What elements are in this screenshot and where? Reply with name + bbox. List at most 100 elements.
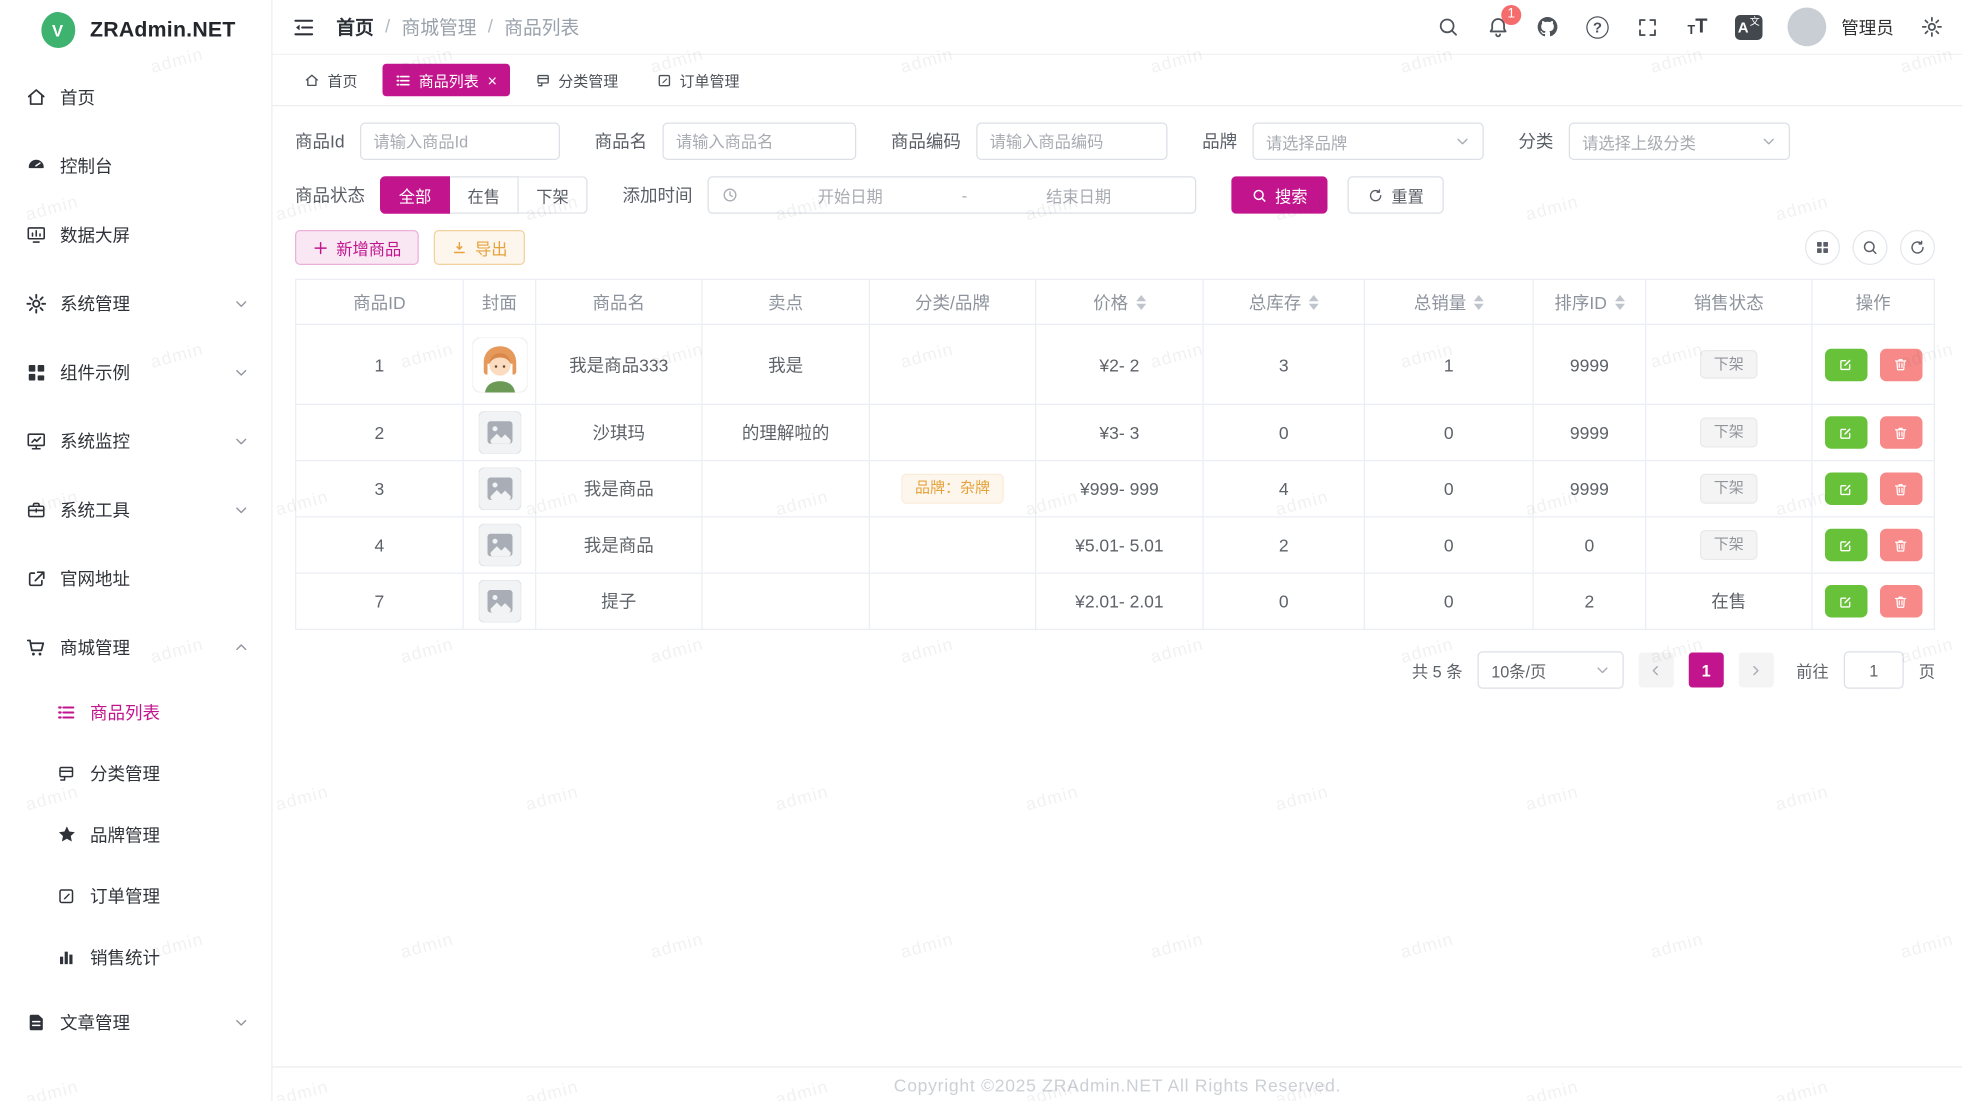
- product-cover-placeholder-image[interactable]: [478, 524, 521, 567]
- sidebar-item-mall[interactable]: 商城管理: [0, 613, 271, 682]
- product-cover-image[interactable]: [472, 337, 527, 392]
- sidebar-item-components[interactable]: 组件示例: [0, 338, 271, 407]
- date-range-picker[interactable]: 开始日期 - 结束日期: [708, 176, 1197, 214]
- delete-button[interactable]: [1879, 585, 1922, 618]
- add-product-button[interactable]: 新增商品: [295, 230, 419, 265]
- reset-button[interactable]: 重置: [1348, 176, 1444, 214]
- sidebar-item-product-list[interactable]: 商品列表: [0, 681, 271, 742]
- sidebar-item-orders[interactable]: 订单管理: [0, 865, 271, 926]
- breadcrumb-item[interactable]: 首页: [336, 14, 374, 40]
- status-option-all[interactable]: 全部: [380, 176, 450, 214]
- goto-page-input[interactable]: [1844, 651, 1904, 689]
- header-stock[interactable]: 总库存: [1203, 279, 1364, 324]
- reset-button-label: 重置: [1391, 183, 1424, 207]
- delete-button[interactable]: [1879, 348, 1922, 381]
- font-size-icon[interactable]: [1685, 14, 1710, 39]
- settings-gear-icon[interactable]: [1919, 14, 1944, 39]
- sidebar-item-system[interactable]: 系统管理: [0, 269, 271, 338]
- user-avatar[interactable]: [1788, 8, 1827, 47]
- delete-button[interactable]: [1879, 529, 1922, 562]
- product-id-input[interactable]: [360, 123, 560, 161]
- tab-orders[interactable]: 订单管理: [643, 64, 752, 97]
- header-sort-id[interactable]: 排序ID: [1533, 279, 1646, 324]
- home-icon: [25, 86, 48, 109]
- delete-button[interactable]: [1879, 473, 1922, 506]
- page-size-select[interactable]: 10条/页: [1477, 651, 1623, 689]
- language-icon[interactable]: A 文: [1735, 14, 1763, 39]
- filter-label: 分类: [1518, 129, 1553, 154]
- header-price[interactable]: 价格: [1036, 279, 1204, 324]
- tab-home[interactable]: 首页: [291, 64, 370, 97]
- search-button[interactable]: 搜索: [1231, 176, 1327, 214]
- edit-button[interactable]: [1824, 585, 1867, 618]
- header-product-id: 商品ID: [296, 279, 464, 324]
- toggle-search-icon[interactable]: [1853, 230, 1888, 265]
- header-product-name: 商品名: [536, 279, 702, 324]
- cell-sale-status: 在售: [1646, 573, 1812, 629]
- sidebar-item-tools[interactable]: 系统工具: [0, 475, 271, 544]
- gear-icon: [25, 292, 48, 315]
- sidebar-item-monitor[interactable]: 系统监控: [0, 406, 271, 475]
- export-button[interactable]: 导出: [434, 230, 525, 265]
- sort-carets-icon[interactable]: [1136, 294, 1146, 309]
- brand-select[interactable]: 请选择品牌: [1252, 123, 1483, 161]
- status-option-offshelf[interactable]: 下架: [519, 176, 588, 214]
- tab-product-list[interactable]: 商品列表 ×: [383, 64, 510, 97]
- edit-button[interactable]: [1824, 348, 1867, 381]
- cell-actions: [1812, 404, 1935, 460]
- refresh-table-icon[interactable]: [1900, 230, 1935, 265]
- sidebar-item-brand[interactable]: 品牌管理: [0, 804, 271, 865]
- app-logo[interactable]: V ZRAdmin.NET: [0, 0, 271, 60]
- github-icon[interactable]: [1535, 14, 1560, 39]
- sidebar-item-sales-stats[interactable]: 销售统计: [0, 926, 271, 987]
- username-label[interactable]: 管理员: [1841, 14, 1894, 39]
- next-page-button[interactable]: [1739, 653, 1774, 688]
- status-option-onsale[interactable]: 在售: [450, 176, 519, 214]
- header-label: 总销量: [1414, 289, 1467, 314]
- header-sales[interactable]: 总销量: [1364, 279, 1533, 324]
- cell-selling-point: [702, 517, 870, 573]
- language-sub-label: 文: [1750, 17, 1760, 27]
- edit-button[interactable]: [1824, 416, 1867, 449]
- cell-sort-id: 9999: [1533, 461, 1646, 517]
- help-icon[interactable]: [1585, 14, 1610, 39]
- category-select[interactable]: 请选择上级分类: [1568, 123, 1789, 161]
- cell-cover: [463, 324, 536, 404]
- breadcrumb-item[interactable]: 商城管理: [401, 14, 476, 40]
- product-cover-placeholder-image[interactable]: [478, 468, 521, 511]
- edit-button[interactable]: [1824, 529, 1867, 562]
- product-cover-placeholder-image[interactable]: [478, 580, 521, 623]
- collapse-sidebar-icon[interactable]: [291, 14, 316, 39]
- fullscreen-icon[interactable]: [1635, 14, 1660, 39]
- order-edit-icon: [55, 884, 78, 907]
- date-start-placeholder[interactable]: 开始日期: [746, 183, 954, 207]
- current-page-button[interactable]: 1: [1689, 653, 1724, 688]
- date-end-placeholder[interactable]: 结束日期: [975, 183, 1183, 207]
- product-code-input[interactable]: [976, 123, 1167, 161]
- sort-carets-icon[interactable]: [1474, 294, 1484, 309]
- tab-category[interactable]: 分类管理: [522, 64, 631, 97]
- cell-sort-id: 2: [1533, 573, 1646, 629]
- product-cover-placeholder-image[interactable]: [478, 411, 521, 454]
- tab-label: 商品列表: [419, 69, 479, 90]
- delete-button[interactable]: [1879, 416, 1922, 449]
- sidebar-item-articles[interactable]: 文章管理: [0, 988, 271, 1057]
- sidebar-item-website[interactable]: 官网地址: [0, 544, 271, 613]
- cell-price: ¥2.01- 2.01: [1036, 573, 1204, 629]
- sort-carets-icon[interactable]: [1614, 294, 1624, 309]
- search-icon[interactable]: [1435, 14, 1460, 39]
- notifications-bell-icon[interactable]: 1: [1485, 14, 1510, 39]
- prev-page-button[interactable]: [1639, 653, 1674, 688]
- column-settings-icon[interactable]: [1805, 230, 1840, 265]
- close-icon[interactable]: ×: [488, 72, 497, 88]
- sort-carets-icon[interactable]: [1309, 294, 1319, 309]
- breadcrumb-item[interactable]: 商品列表: [504, 14, 579, 40]
- sidebar-item-category[interactable]: 分类管理: [0, 743, 271, 804]
- cell-selling-point: [702, 461, 870, 517]
- product-name-input[interactable]: [662, 123, 856, 161]
- sidebar-item-label: 文章管理: [60, 1009, 234, 1034]
- sidebar-item-console[interactable]: 控制台: [0, 131, 271, 200]
- sidebar-item-datascreen[interactable]: 数据大屏: [0, 200, 271, 269]
- edit-button[interactable]: [1824, 473, 1867, 506]
- sidebar-item-home[interactable]: 首页: [0, 63, 271, 132]
